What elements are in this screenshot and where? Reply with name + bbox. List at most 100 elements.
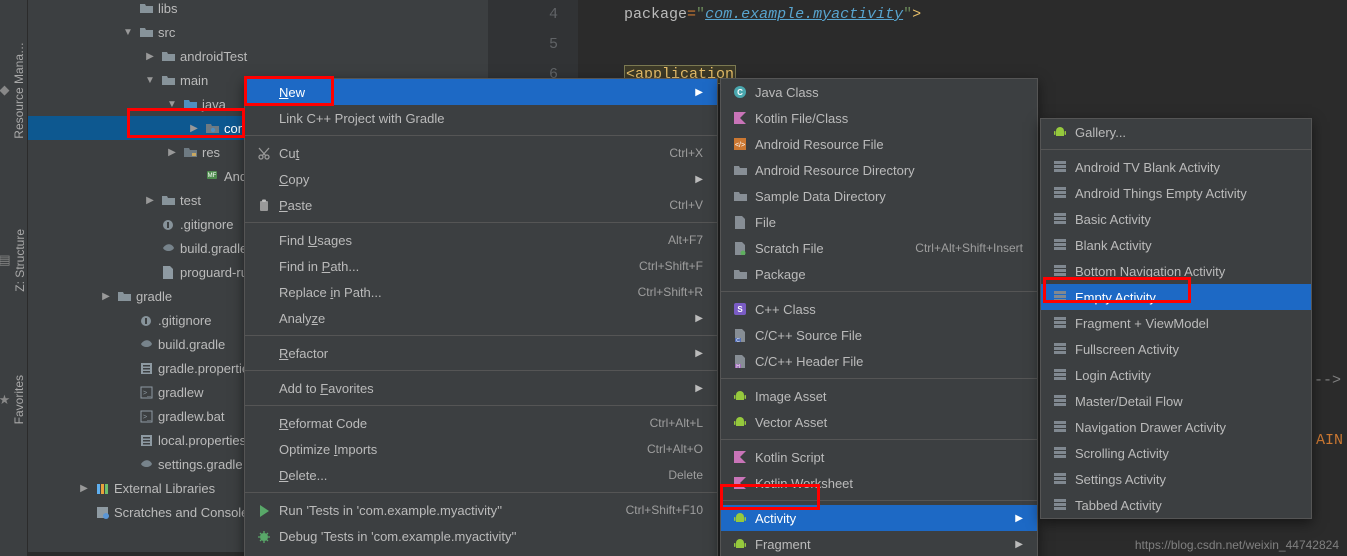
folder-pkg-icon — [202, 121, 222, 135]
menu-item-label: New — [275, 85, 689, 100]
menu-item-find-usages[interactable]: Find UsagesAlt+F7 — [245, 227, 717, 253]
menu-item-fullscreen-activity[interactable]: Fullscreen Activity — [1041, 336, 1311, 362]
menu-item-run-tests-in-com-example-myactivity[interactable]: Run 'Tests in 'com.example.myactivity''C… — [245, 497, 717, 523]
menu-item-label: Fragment + ViewModel — [1071, 316, 1297, 331]
file-gradle-icon — [136, 457, 156, 471]
rail-resource-manager[interactable]: ◆ Resource Mana… — [0, 0, 27, 180]
rail-structure[interactable]: ▤ Z: Structure — [0, 180, 27, 340]
menu-item-find-in-path[interactable]: Find in Path...Ctrl+Shift+F — [245, 253, 717, 279]
tmpl-icon — [1049, 238, 1071, 252]
menu-item-label: Bottom Navigation Activity — [1071, 264, 1297, 279]
editor-code[interactable]: package="com.example.myactivity"> <appli… — [588, 0, 1347, 90]
menu-item-tabbed-activity[interactable]: Tabbed Activity — [1041, 492, 1311, 518]
expander-icon[interactable]: ▼ — [120, 27, 136, 38]
menu-item-image-asset[interactable]: Image Asset — [721, 383, 1037, 409]
menu-item-fragment-viewmodel[interactable]: Fragment + ViewModel — [1041, 310, 1311, 336]
tmpl-icon — [1049, 212, 1071, 226]
menu-item-label: Kotlin File/Class — [751, 111, 1023, 126]
expander-icon[interactable]: ▶ — [142, 195, 158, 206]
menu-item-label: Empty Activity — [1071, 290, 1297, 305]
tree-item-src[interactable]: ▼src — [28, 20, 488, 44]
menu-item-activity[interactable]: Activity▶ — [721, 505, 1037, 531]
menu-item-refactor[interactable]: Refactor▶ — [245, 340, 717, 366]
menu-item-copy[interactable]: Copy▶ — [245, 166, 717, 192]
expander-icon[interactable]: ▼ — [164, 99, 180, 110]
tmpl-icon — [1049, 394, 1071, 408]
menu-item-empty-activity[interactable]: Empty Activity — [1041, 284, 1311, 310]
menu-item-bottom-navigation-activity[interactable]: Bottom Navigation Activity — [1041, 258, 1311, 284]
menu-item-cut[interactable]: CutCtrl+X — [245, 140, 717, 166]
menu-item-kotlin-script[interactable]: Kotlin Script — [721, 444, 1037, 470]
file-proguard-icon — [158, 265, 178, 279]
tmpl-icon — [1049, 342, 1071, 356]
menu-item-android-things-empty-activity[interactable]: Android Things Empty Activity — [1041, 180, 1311, 206]
menu-item-run-tests-in-com-example-myactivity-with-coverage[interactable]: Run 'Tests in 'com.example.myactivity'' … — [245, 549, 717, 556]
rail-favorites[interactable]: ★ Favorites — [0, 340, 27, 460]
menu-item-label: Delete... — [275, 468, 638, 483]
menu-item-kotlin-worksheet[interactable]: Kotlin Worksheet — [721, 470, 1037, 496]
menu-item-delete[interactable]: Delete...Delete — [245, 462, 717, 488]
menu-item-blank-activity[interactable]: Blank Activity — [1041, 232, 1311, 258]
code-fragment: AIN — [1316, 432, 1343, 449]
menu-item-basic-activity[interactable]: Basic Activity — [1041, 206, 1311, 232]
android-icon — [729, 415, 751, 429]
menu-item-package[interactable]: Package — [721, 261, 1037, 287]
menu-item-android-resource-directory[interactable]: Android Resource Directory — [721, 157, 1037, 183]
menu-item-replace-in-path[interactable]: Replace in Path...Ctrl+Shift+R — [245, 279, 717, 305]
menu-item-sample-data-directory[interactable]: Sample Data Directory — [721, 183, 1037, 209]
android-icon — [729, 511, 751, 525]
menu-item-link-c-project-with-gradle[interactable]: Link C++ Project with Gradle — [245, 105, 717, 131]
menu-item-c-c-source-file[interactable]: C/C++ Source File — [721, 322, 1037, 348]
tree-item-label: res — [200, 145, 220, 160]
menu-item-navigation-drawer-activity[interactable]: Navigation Drawer Activity — [1041, 414, 1311, 440]
menu-item-label: Add to Favorites — [275, 381, 689, 396]
expander-icon[interactable]: ▶ — [98, 291, 114, 302]
expander-icon[interactable]: ▼ — [142, 75, 158, 86]
folder-grey-icon — [158, 49, 178, 63]
menu-item-paste[interactable]: PasteCtrl+V — [245, 192, 717, 218]
menu-item-vector-asset[interactable]: Vector Asset — [721, 409, 1037, 435]
expander-icon[interactable]: ▶ — [76, 483, 92, 494]
xml-icon — [729, 137, 751, 151]
menu-item-android-resource-file[interactable]: Android Resource File — [721, 131, 1037, 157]
menu-item-scrolling-activity[interactable]: Scrolling Activity — [1041, 440, 1311, 466]
menu-item-settings-activity[interactable]: Settings Activity — [1041, 466, 1311, 492]
expander-icon[interactable]: ▶ — [142, 51, 158, 62]
file-gradle-icon — [136, 337, 156, 351]
menu-item-gallery[interactable]: Gallery... — [1041, 119, 1311, 145]
menu-item-new[interactable]: New▶ — [245, 79, 717, 105]
submenu-arrow-icon: ▶ — [1009, 513, 1023, 524]
menu-item-c-c-header-file[interactable]: C/C++ Header File — [721, 348, 1037, 374]
tree-item-libs[interactable]: libs — [28, 0, 488, 20]
menu-item-file[interactable]: File — [721, 209, 1037, 235]
menu-item-label: Image Asset — [751, 389, 1023, 404]
android-icon — [729, 389, 751, 403]
menu-item-optimize-imports[interactable]: Optimize ImportsCtrl+Alt+O — [245, 436, 717, 462]
menu-separator — [721, 500, 1037, 501]
menu-item-label: Vector Asset — [751, 415, 1023, 430]
menu-item-kotlin-file-class[interactable]: Kotlin File/Class — [721, 105, 1037, 131]
menu-item-scratch-file[interactable]: Scratch FileCtrl+Alt+Shift+Insert — [721, 235, 1037, 261]
menu-item-debug-tests-in-com-example-myactivity[interactable]: Debug 'Tests in 'com.example.myactivity'… — [245, 523, 717, 549]
menu-item-fragment[interactable]: Fragment▶ — [721, 531, 1037, 556]
expander-icon[interactable]: ▶ — [164, 147, 180, 158]
run-icon — [253, 503, 275, 517]
menu-item-android-tv-blank-activity[interactable]: Android TV Blank Activity — [1041, 154, 1311, 180]
menu-item-reformat-code[interactable]: Reformat CodeCtrl+Alt+L — [245, 410, 717, 436]
file-manifest-icon — [202, 169, 222, 183]
expander-icon[interactable]: ▶ — [186, 123, 202, 134]
menu-item-master-detail-flow[interactable]: Master/Detail Flow — [1041, 388, 1311, 414]
new-submenu: Java Class Kotlin File/Class Android Resou… — [720, 78, 1038, 556]
menu-separator — [245, 335, 717, 336]
menu-item-java-class[interactable]: Java Class — [721, 79, 1037, 105]
tree-item-androidtest[interactable]: ▶androidTest — [28, 44, 488, 68]
menu-item-login-activity[interactable]: Login Activity — [1041, 362, 1311, 388]
menu-item-add-to-favorites[interactable]: Add to Favorites▶ — [245, 375, 717, 401]
submenu-arrow-icon: ▶ — [1009, 539, 1023, 550]
menu-item-c-class[interactable]: C++ Class — [721, 296, 1037, 322]
tree-item-label: .gitignore — [178, 217, 233, 232]
menu-item-analyze[interactable]: Analyze▶ — [245, 305, 717, 331]
menu-item-label: Blank Activity — [1071, 238, 1297, 253]
menu-item-label: Optimize Imports — [275, 442, 617, 457]
menu-item-label: Cut — [275, 146, 639, 161]
